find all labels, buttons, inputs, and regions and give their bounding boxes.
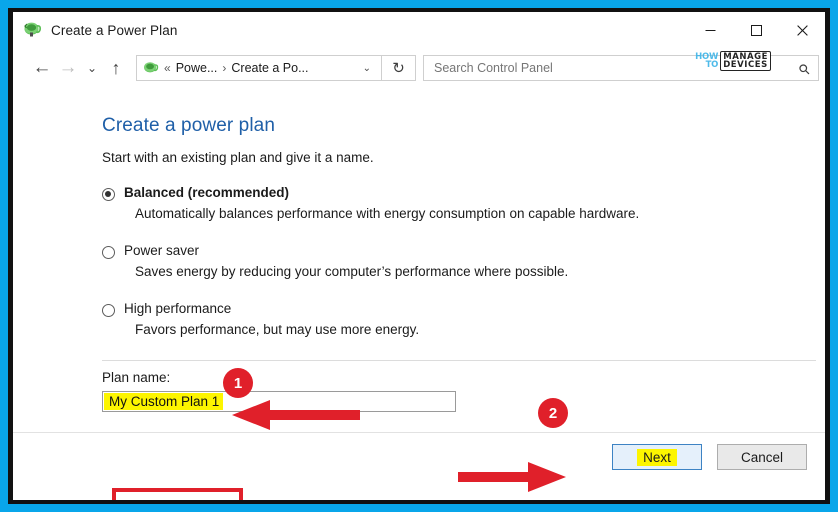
option-high-performance-label: High performance (124, 301, 232, 316)
annotation-arrow-plan-name (232, 400, 360, 430)
watermark-to: TO (705, 60, 719, 70)
annotation-box-plan-name (112, 488, 243, 500)
window-title: Create a Power Plan (51, 22, 178, 38)
breadcrumb-overflow[interactable]: « (159, 61, 176, 75)
up-button[interactable]: ↑ (103, 53, 129, 83)
breadcrumb-dropdown-icon[interactable]: ⌄ (357, 63, 377, 74)
option-power-saver-label: Power saver (124, 243, 200, 258)
recent-locations-button[interactable]: ⌄ (81, 53, 103, 83)
watermark-managedevices: MANAGE DEVICES (720, 51, 771, 71)
watermark-logo: HOW TO MANAGE DEVICES (695, 51, 771, 71)
annotation-badge-2: 2 (538, 398, 568, 428)
forward-button[interactable]: → (55, 53, 81, 83)
option-high-performance-description: Favors performance, but may use more ene… (135, 322, 420, 337)
content-area: Create a power plan Start with an existi… (13, 88, 825, 500)
cancel-button-label: Cancel (740, 449, 784, 465)
search-input[interactable]: Search Control Panel (434, 61, 553, 75)
breadcrumb-item-create-a-power-plan[interactable]: Create a Po... (231, 61, 308, 75)
footer-divider (13, 432, 825, 433)
radio-high-performance[interactable] (102, 304, 115, 317)
option-power-saver[interactable]: Power saver Saves energy by reducing you… (102, 243, 722, 279)
option-balanced-description: Automatically balances performance with … (135, 206, 640, 221)
cancel-button[interactable]: Cancel (717, 444, 807, 470)
option-high-performance[interactable]: High performance Favors performance, but… (102, 301, 722, 337)
page-subtitle: Start with an existing plan and give it … (102, 150, 374, 165)
watermark-devices: DEVICES (723, 60, 768, 70)
address-bar[interactable]: « Powe... › Create a Po... ⌄ (136, 55, 382, 81)
plan-name-label: Plan name: (102, 370, 171, 385)
next-button-label: Next (637, 448, 677, 466)
back-button[interactable]: ← (29, 53, 55, 83)
breadcrumb-item-power-options[interactable]: Powe... (176, 61, 218, 75)
address-bar-row: ← → ⌄ ↑ « Powe... › Create a Po... ⌄ ↻ S… (13, 48, 825, 88)
breadcrumb-separator: › (222, 61, 227, 75)
close-icon (796, 24, 808, 36)
page-title: Create a power plan (102, 115, 276, 136)
option-balanced-label: Balanced (recommended) (124, 185, 290, 200)
refresh-button[interactable]: ↻ (382, 55, 416, 81)
minimize-button[interactable] (687, 12, 733, 48)
minimize-icon (705, 29, 715, 31)
dialog-buttons: Next Cancel (612, 444, 807, 470)
radio-power-saver[interactable] (102, 246, 115, 259)
section-divider (102, 360, 816, 361)
option-balanced[interactable]: Balanced (recommended) Automatically bal… (102, 185, 722, 221)
annotation-badge-1: 1 (223, 368, 253, 398)
create-power-plan-window: Create a Power Plan ← → ⌄ ↑ « Powe... › … (13, 12, 825, 500)
watermark-howto: HOW TO (695, 52, 719, 70)
maximize-button[interactable] (733, 12, 779, 48)
search-icon: ⚲ (794, 59, 814, 78)
window-controls (687, 12, 825, 48)
power-plan-icon (24, 22, 42, 37)
radio-balanced[interactable] (102, 188, 115, 201)
title-bar: Create a Power Plan (13, 12, 825, 48)
annotation-arrow-next (458, 462, 566, 492)
plan-name-value[interactable]: My Custom Plan 1 (104, 393, 224, 410)
close-button[interactable] (779, 12, 825, 48)
power-plan-breadcrumb-icon (144, 61, 159, 72)
next-button[interactable]: Next (612, 444, 702, 470)
option-power-saver-description: Saves energy by reducing your computer’s… (135, 264, 569, 279)
maximize-icon (750, 24, 762, 36)
